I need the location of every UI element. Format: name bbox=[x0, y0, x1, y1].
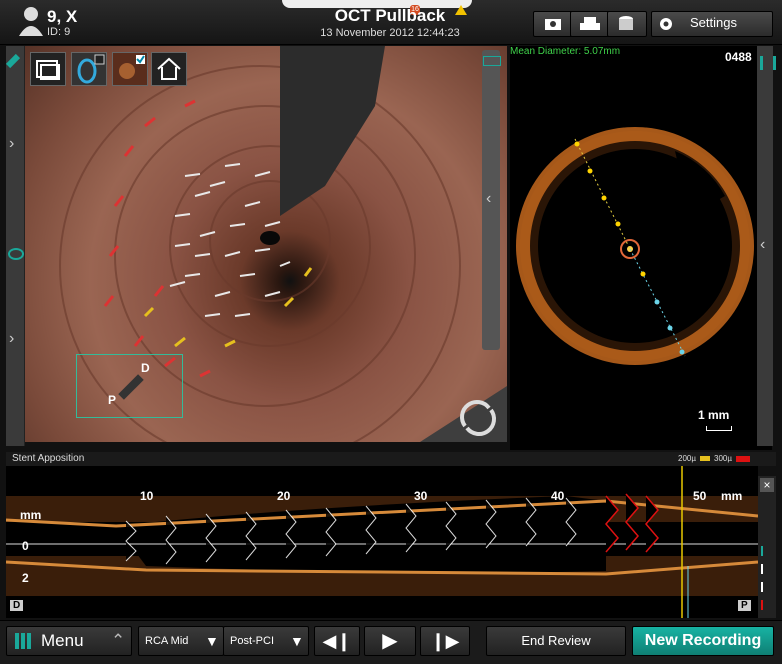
orientation-widget[interactable]: D P bbox=[76, 354, 183, 418]
play-button[interactable]: ▶ bbox=[364, 626, 416, 656]
patient-icon bbox=[19, 7, 43, 36]
proximal-marker: P bbox=[108, 393, 117, 407]
step-back-icon: ◀❙ bbox=[322, 631, 352, 651]
chevron-down-icon: ▼ bbox=[205, 633, 219, 649]
collapse-chevron-icon[interactable]: ‹ bbox=[486, 190, 491, 208]
disk-export-icon bbox=[619, 16, 633, 30]
recording-datetime: 13 November 2012 12:44:23 bbox=[320, 27, 460, 39]
home-view-button[interactable] bbox=[151, 52, 187, 86]
bookmark-add-icon[interactable] bbox=[761, 546, 773, 556]
export-button[interactable] bbox=[607, 11, 647, 37]
play-icon: ▶ bbox=[382, 630, 398, 652]
legend-yellow-swatch bbox=[700, 456, 710, 461]
lview-y-tick-2: 2 bbox=[22, 571, 29, 585]
bookmark-prev-icon[interactable] bbox=[761, 564, 773, 574]
new-recording-button[interactable]: New Recording bbox=[632, 626, 774, 656]
expand-left-chevron-icon[interactable]: › bbox=[9, 135, 14, 153]
lview-header: Stent Apposition 200µ 300µ bbox=[6, 452, 776, 466]
step-back-button[interactable]: ◀❙ bbox=[314, 626, 360, 656]
oct-image bbox=[516, 127, 754, 365]
oct-cross-section-view[interactable]: Mean Diameter: 5.07mm 0488 1 mm bbox=[510, 46, 772, 450]
lview-tick-30: 30 bbox=[414, 489, 428, 503]
view3d-scrollbar[interactable]: ‹ bbox=[482, 50, 501, 350]
legend-red-swatch bbox=[736, 456, 750, 462]
legend-300: 300µ bbox=[714, 454, 732, 463]
lview-title: Stent Apposition bbox=[12, 453, 85, 464]
legend-200: 200µ bbox=[678, 454, 696, 463]
printer-icon bbox=[580, 17, 600, 30]
scale-bar-label: 1 mm bbox=[698, 408, 730, 422]
lview-tick-40: 40 bbox=[551, 489, 565, 503]
lview-tick-20: 20 bbox=[277, 489, 291, 503]
proximal-end-marker: P bbox=[738, 600, 751, 611]
settings-label: Settings bbox=[690, 15, 737, 30]
distal-end-marker: D bbox=[10, 600, 24, 611]
home-icon bbox=[157, 57, 181, 80]
lview-y-unit: mm bbox=[20, 508, 42, 522]
title-block: OCT Pullback 13 November 2012 12:44:23 bbox=[290, 0, 490, 44]
layers-icon bbox=[36, 60, 60, 80]
grid-menu-icon bbox=[15, 633, 31, 649]
snapshot-button[interactable] bbox=[533, 11, 573, 37]
lumen-toggle-button[interactable] bbox=[112, 52, 148, 86]
step-forward-icon: ❙▶ bbox=[430, 631, 460, 651]
vessel-ring-icon bbox=[77, 54, 105, 84]
camera-icon bbox=[545, 19, 561, 30]
expand-right-chevron-icon[interactable]: ‹ bbox=[760, 236, 765, 254]
bookmark-delete-icon[interactable] bbox=[761, 600, 773, 610]
bookmark-next-icon[interactable] bbox=[761, 582, 773, 592]
scale-bar bbox=[706, 426, 732, 431]
catheter-glyph bbox=[118, 374, 144, 400]
phase-dropdown[interactable]: Post-PCI ▼ bbox=[223, 626, 309, 656]
rotate-icon[interactable] bbox=[455, 396, 501, 440]
lview-x-unit: mm bbox=[721, 489, 743, 503]
layers-button[interactable] bbox=[30, 52, 66, 86]
right-panel-strip[interactable]: ‹ bbox=[757, 46, 776, 446]
end-review-button[interactable]: End Review bbox=[486, 626, 626, 656]
distal-marker: D bbox=[141, 361, 150, 375]
segment-value: RCA Mid bbox=[145, 635, 189, 647]
patient-name: 9, X bbox=[47, 7, 78, 26]
vessel-toggle-button[interactable] bbox=[71, 52, 107, 86]
eye-icon[interactable] bbox=[8, 248, 24, 260]
chevron-up-icon: ⌃ bbox=[111, 631, 126, 650]
longitudinal-view[interactable]: 10 20 30 40 50 mm mm 0 2 D P bbox=[6, 466, 758, 618]
longitudinal-image bbox=[6, 466, 758, 618]
lview-y-tick-0: 0 bbox=[22, 539, 29, 553]
patient-id: ID: 9 bbox=[47, 26, 71, 38]
gear-icon bbox=[660, 18, 672, 30]
menu-label: Menu bbox=[41, 631, 84, 650]
menu-button[interactable]: Menu ⌃ bbox=[6, 626, 132, 656]
page-title: OCT Pullback bbox=[334, 6, 446, 25]
chevron-down-icon: ▼ bbox=[290, 633, 304, 649]
left-panel-strip[interactable] bbox=[6, 46, 25, 446]
caliper-icon[interactable] bbox=[760, 56, 776, 70]
lview-tick-10: 10 bbox=[140, 489, 154, 503]
close-icon[interactable]: × bbox=[760, 478, 774, 492]
step-forward-button[interactable]: ❙▶ bbox=[420, 626, 470, 656]
degree-indicator-icon bbox=[483, 56, 501, 66]
expand-left-chevron-lower-icon[interactable]: › bbox=[9, 330, 14, 348]
print-button[interactable] bbox=[570, 11, 610, 37]
segment-dropdown[interactable]: RCA Mid ▼ bbox=[138, 626, 224, 656]
lview-tick-50: 50 bbox=[693, 489, 707, 503]
vessel-3d-view[interactable]: D P bbox=[25, 46, 507, 442]
lumen-checkbox-icon bbox=[119, 55, 145, 79]
lview-tools-strip: × bbox=[758, 476, 776, 618]
phase-value: Post-PCI bbox=[230, 635, 275, 647]
